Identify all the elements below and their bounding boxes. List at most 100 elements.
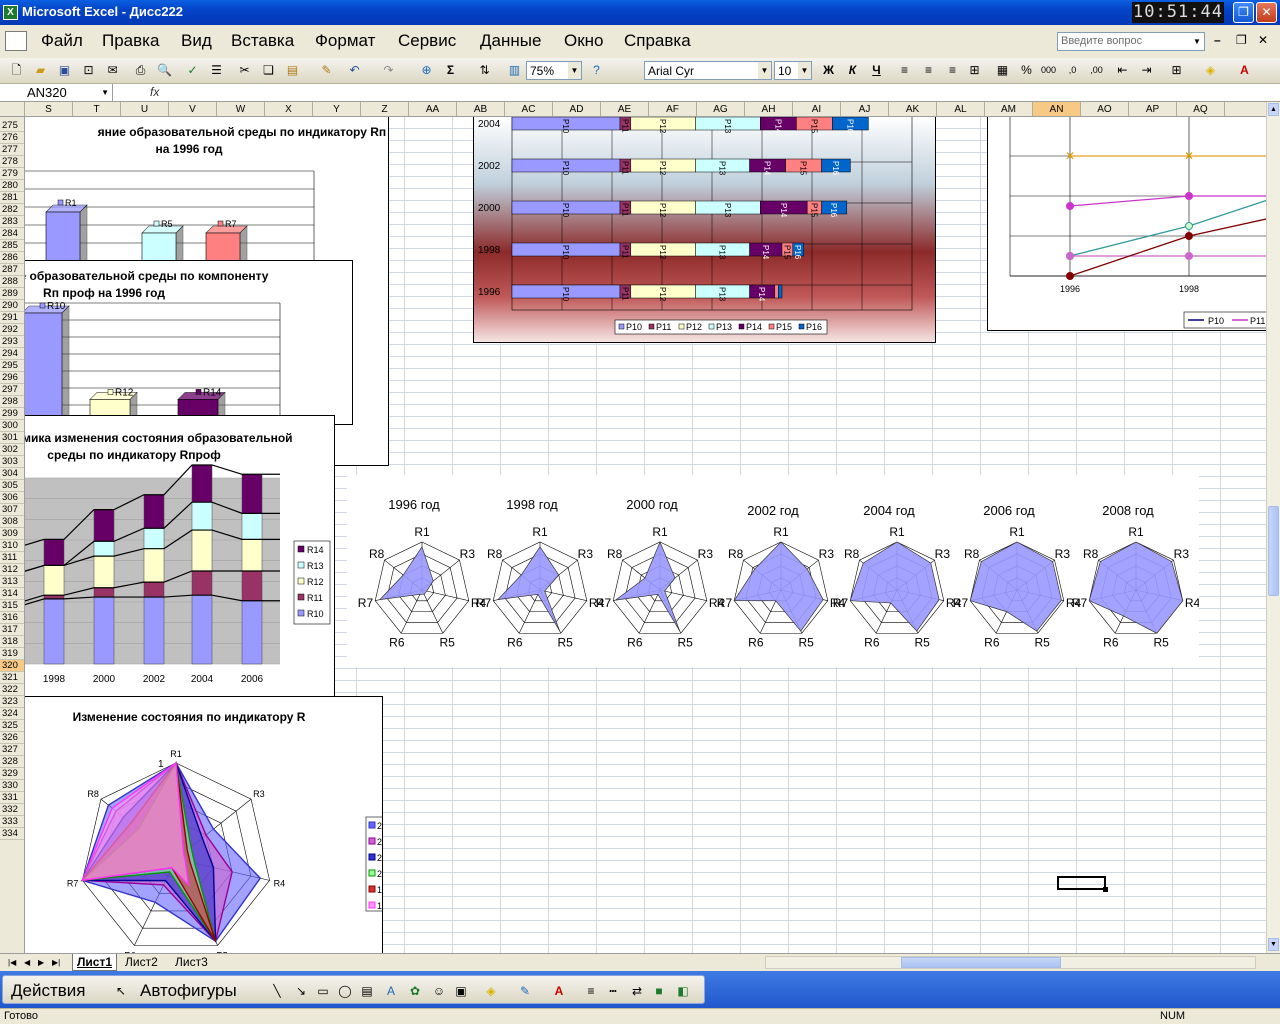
decrease-indent-icon[interactable]: ⇤ [1114, 62, 1131, 79]
line-color-icon[interactable]: ✎ [517, 983, 533, 999]
next-sheet-icon[interactable]: ▶ [34, 954, 48, 971]
row-header-330[interactable]: 330 [0, 780, 24, 792]
align-right-icon[interactable]: ≡ [944, 62, 961, 79]
row-header-283[interactable]: 283 [0, 216, 24, 228]
row-header-329[interactable]: 329 [0, 768, 24, 780]
menu-edit[interactable]: Правка [102, 31, 159, 51]
permission-icon[interactable]: ⊡ [80, 62, 97, 79]
doc-close-button[interactable]: ✕ [1258, 33, 1268, 47]
line-style-icon[interactable]: ≡ [583, 983, 599, 999]
scroll-down-icon[interactable]: ▼ [1268, 938, 1279, 951]
first-sheet-icon[interactable]: |◀ [4, 954, 20, 971]
scroll-up-icon[interactable]: ▲ [1268, 103, 1279, 116]
row-header-281[interactable]: 281 [0, 192, 24, 204]
autosum-icon[interactable]: Σ [442, 62, 459, 79]
row-header-333[interactable]: 333 [0, 816, 24, 828]
row-header-323[interactable]: 323 [0, 696, 24, 708]
merge-center-icon[interactable]: ⊞ [966, 62, 983, 79]
prev-sheet-icon[interactable]: ◀ [20, 954, 34, 971]
column-header-W[interactable]: W [217, 102, 265, 116]
row-header-277[interactable]: 277 [0, 144, 24, 156]
row-header-312[interactable]: 312 [0, 564, 24, 576]
column-header-AM[interactable]: AM [985, 102, 1033, 116]
column-header-AA[interactable]: AA [409, 102, 457, 116]
row-header-309[interactable]: 309 [0, 528, 24, 540]
column-header-Y[interactable]: Y [313, 102, 361, 116]
print-icon[interactable]: ⎙ [132, 62, 149, 79]
new-icon[interactable]: 🗋 [8, 62, 25, 79]
copy-icon[interactable]: ❏ [260, 62, 277, 79]
spelling-icon[interactable]: ✓ [184, 62, 201, 79]
picture-icon[interactable]: ▣ [453, 983, 469, 999]
column-header-AE[interactable]: AE [601, 102, 649, 116]
column-header-V[interactable]: V [169, 102, 217, 116]
bold-button[interactable]: Ж [820, 62, 837, 79]
row-header-322[interactable]: 322 [0, 684, 24, 696]
row-header-304[interactable]: 304 [0, 468, 24, 480]
row-header-296[interactable]: 296 [0, 372, 24, 384]
column-header-AO[interactable]: AO [1081, 102, 1129, 116]
wordart-icon[interactable]: A [383, 983, 399, 999]
row-header-306[interactable]: 306 [0, 492, 24, 504]
column-header-S[interactable]: S [25, 102, 73, 116]
percent-icon[interactable]: % [1018, 62, 1035, 79]
column-header-AD[interactable]: AD [553, 102, 601, 116]
select-all-corner[interactable] [0, 102, 25, 116]
rectangle-icon[interactable]: ▭ [315, 983, 331, 999]
fill-color-icon[interactable]: ◈ [1202, 62, 1219, 79]
open-icon[interactable]: ▰ [32, 62, 49, 79]
clipart-icon[interactable]: ☺ [431, 983, 447, 999]
hyperlink-icon[interactable]: ⊕ [418, 62, 435, 79]
sort-icon[interactable]: ⇅ [476, 62, 493, 79]
row-header-282[interactable]: 282 [0, 204, 24, 216]
row-header-319[interactable]: 319 [0, 648, 24, 660]
row-header-303[interactable]: 303 [0, 456, 24, 468]
zoom-select[interactable]: 75% ▼ [526, 61, 582, 80]
increase-indent-icon[interactable]: ⇥ [1138, 62, 1155, 79]
chevron-down-icon[interactable]: ▼ [1190, 33, 1204, 50]
row-header-320[interactable]: 320 [0, 660, 24, 672]
font-color-icon[interactable]: A [1236, 62, 1253, 79]
radar-strip[interactable]: 1996 год R1 R3 R4 R5 R6 R7 R8 1998 год R1 R3 R4 R5 R6… [347, 475, 1199, 667]
excel-app-icon[interactable]: X [3, 5, 18, 20]
research-icon[interactable]: ☰ [208, 62, 225, 79]
paste-icon[interactable]: ▤ [284, 62, 301, 79]
shadow-icon[interactable]: ■ [651, 983, 667, 999]
menu-view[interactable]: Вид [181, 31, 212, 51]
arrow-icon[interactable]: ↘ [293, 983, 309, 999]
column-header-AC[interactable]: AC [505, 102, 553, 116]
row-header-275[interactable]: 275 [0, 120, 24, 132]
row-header-332[interactable]: 332 [0, 804, 24, 816]
chevron-down-icon[interactable]: ▼ [798, 62, 811, 79]
row-header-286[interactable]: 286 [0, 252, 24, 264]
row-header-310[interactable]: 310 [0, 540, 24, 552]
textbox-icon[interactable]: ▤ [359, 983, 375, 999]
column-header-AK[interactable]: AK [889, 102, 937, 116]
redo-icon[interactable]: ↷ [380, 62, 397, 79]
column-header-AN[interactable]: AN [1033, 102, 1081, 116]
menu-file[interactable]: Файл [41, 31, 83, 51]
print-preview-icon[interactable]: 🔍 [156, 62, 173, 79]
row-header-321[interactable]: 321 [0, 672, 24, 684]
borders-icon[interactable]: ⊞ [1168, 62, 1185, 79]
row-header-324[interactable]: 324 [0, 708, 24, 720]
row-header-280[interactable]: 280 [0, 180, 24, 192]
line-icon[interactable]: ╲ [269, 983, 285, 999]
column-header-T[interactable]: T [73, 102, 121, 116]
row-header-288[interactable]: 288 [0, 276, 24, 288]
close-button[interactable]: ✕ [1256, 2, 1277, 23]
arrow-style-icon[interactable]: ⇄ [629, 983, 645, 999]
chart-rprof-dynamics[interactable]: амика изменения состояния образовательно… [25, 415, 335, 698]
column-header-AL[interactable]: AL [937, 102, 985, 116]
sheet-tab-1[interactable]: Лист1 [72, 954, 118, 971]
row-header-300[interactable]: 300 [0, 420, 24, 432]
row-header-307[interactable]: 307 [0, 504, 24, 516]
restore-button[interactable]: ❐ [1233, 2, 1254, 23]
column-header-AP[interactable]: AP [1129, 102, 1177, 116]
last-sheet-icon[interactable]: ▶| [48, 954, 64, 971]
row-header-285[interactable]: 285 [0, 240, 24, 252]
row-header-315[interactable]: 315 [0, 600, 24, 612]
column-header-AJ[interactable]: AJ [841, 102, 889, 116]
row-header-313[interactable]: 313 [0, 576, 24, 588]
horizontal-scroll-thumb[interactable] [901, 957, 1061, 968]
